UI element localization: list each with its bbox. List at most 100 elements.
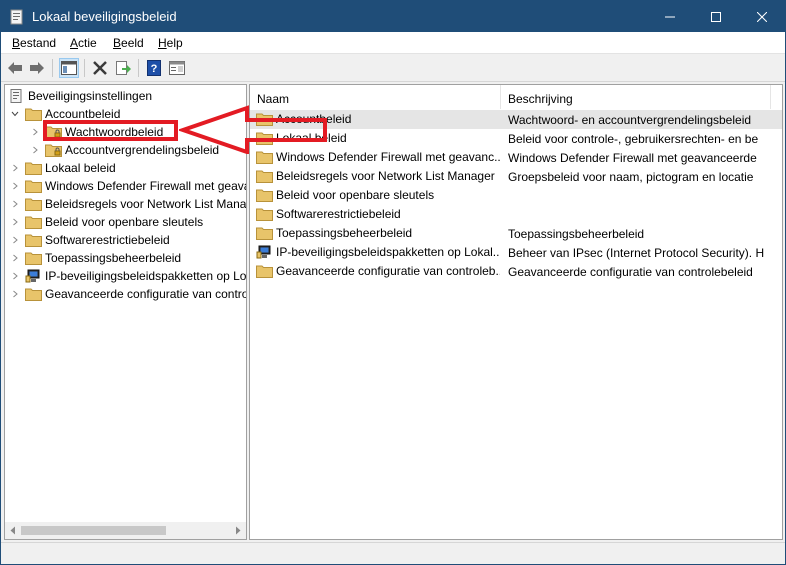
help-button[interactable]: ? — [144, 58, 164, 78]
menu-help[interactable]: Help — [158, 36, 183, 50]
title-bar[interactable]: Lokaal beveiligingsbeleid — [1, 1, 785, 32]
toolbar-separator — [52, 59, 53, 77]
list-item[interactable]: Beleid voor openbare sleutels — [250, 186, 782, 205]
column-header-description[interactable]: Beschrijving — [501, 85, 771, 109]
chevron-down-icon[interactable] — [9, 108, 21, 120]
scrollbar-thumb[interactable] — [21, 526, 166, 535]
menu-bestand[interactable]: Bestand — [12, 36, 56, 50]
list-item[interactable]: Toepassingsbeheerbeleid Toepassingsbehee… — [250, 224, 782, 243]
scroll-left-icon[interactable] — [9, 526, 17, 535]
chevron-right-icon[interactable] — [9, 234, 21, 246]
list-item[interactable]: Geavanceerde configuratie van controleb.… — [250, 262, 782, 281]
chevron-right-icon[interactable] — [9, 162, 21, 174]
forward-arrow-icon — [30, 62, 44, 74]
maximize-icon — [711, 11, 721, 22]
list-item[interactable]: IP-beveiligingsbeleidspakketten op Lokal… — [250, 243, 782, 262]
minimize-button[interactable] — [647, 1, 693, 32]
list-item-description: Beleid voor controle-, gebruikersrechten… — [508, 132, 759, 146]
main-window: Lokaal beveiligingsbeleid Bestand Actie … — [0, 0, 786, 565]
list-item[interactable]: Lokaal beleid Beleid voor controle-, geb… — [250, 129, 782, 148]
folder-icon — [256, 208, 273, 221]
chevron-right-icon[interactable] — [29, 144, 41, 156]
status-bar — [1, 542, 785, 564]
tree-item-label: Beleid voor openbare sleutels — [45, 215, 204, 229]
tree-root-label: Beveiligingsinstellingen — [28, 89, 153, 103]
tree-item-network-list[interactable]: Beleidsregels voor Network List Mana — [9, 195, 246, 213]
list-item[interactable]: Softwarerestrictiebeleid — [250, 205, 782, 224]
close-button[interactable] — [739, 1, 785, 32]
export-list-icon — [116, 61, 131, 75]
list-item-name: IP-beveiligingsbeleidspakketten op Lokal… — [276, 245, 500, 259]
tree-item-advanced-audit[interactable]: Geavanceerde configuratie van contro — [9, 285, 247, 303]
list-item-description: Toepassingsbeheerbeleid — [508, 227, 645, 241]
tree-item-label: IP-beveiligingsbeleidspakketten op Lo — [45, 269, 247, 283]
list-item-name: Softwarerestrictiebeleid — [276, 207, 401, 221]
folder-icon — [25, 108, 42, 121]
tree-item-public-keys[interactable]: Beleid voor openbare sleutels — [9, 213, 203, 231]
folder-icon — [256, 189, 273, 202]
folder-icon — [256, 170, 273, 183]
folder-icon — [25, 198, 42, 211]
menu-actie[interactable]: Actie — [70, 36, 97, 50]
chevron-right-icon[interactable] — [29, 126, 41, 138]
tree-item-application-control[interactable]: Toepassingsbeheerbeleid — [9, 249, 181, 267]
help-icon: ? — [147, 60, 161, 76]
list-item-name: Geavanceerde configuratie van controleb.… — [276, 264, 500, 278]
tree-item-software-restriction[interactable]: Softwarerestrictiebeleid — [9, 231, 170, 249]
toolbar-separator — [138, 59, 139, 77]
tree-item-label: Accountbeleid — [45, 107, 121, 121]
tree-item-ip-security[interactable]: IP-beveiligingsbeleidspakketten op Lo — [9, 267, 246, 285]
tree-item-label: Softwarerestrictiebeleid — [45, 233, 170, 247]
highlight-arrow — [179, 105, 327, 154]
list-item-name: Beleid voor openbare sleutels — [276, 188, 435, 202]
list-item[interactable]: Beleidsregels voor Network List Manager … — [250, 167, 782, 186]
horizontal-scrollbar[interactable] — [5, 522, 246, 539]
chevron-right-icon[interactable] — [9, 270, 21, 282]
window-title: Lokaal beveiligingsbeleid — [32, 9, 177, 24]
tree-item-label: Windows Defender Firewall met geava — [45, 179, 247, 193]
folder-icon — [256, 227, 273, 240]
tree-item-label: Lokaal beleid — [45, 161, 116, 175]
maximize-button[interactable] — [693, 1, 739, 32]
tree-root[interactable]: Beveiligingsinstellingen — [8, 87, 152, 105]
delete-icon — [93, 61, 107, 75]
scroll-right-icon[interactable] — [234, 526, 242, 535]
folder-icon — [25, 162, 42, 175]
folder-icon — [25, 216, 42, 229]
list-item-description: Wachtwoord- en accountvergrendelingsbele… — [508, 113, 752, 127]
list-item-name: Beleidsregels voor Network List Manager — [276, 169, 495, 183]
tree-item-label: Beleidsregels voor Network List Mana — [45, 197, 247, 211]
chevron-right-icon[interactable] — [9, 252, 21, 264]
export-list-button[interactable] — [113, 58, 133, 78]
forward-button[interactable] — [27, 58, 47, 78]
chevron-right-icon[interactable] — [9, 198, 21, 210]
minimize-icon — [665, 16, 675, 17]
list-item-description: Geavanceerde configuratie van controlebe… — [508, 265, 753, 279]
delete-button[interactable] — [90, 58, 110, 78]
show-hide-tree-button[interactable] — [59, 58, 79, 78]
folder-icon — [25, 288, 42, 301]
back-button[interactable] — [5, 58, 25, 78]
tree-item-lokaal-beleid[interactable]: Lokaal beleid — [9, 159, 116, 177]
show-hide-tree-icon — [61, 61, 77, 75]
tree-item-firewall[interactable]: Windows Defender Firewall met geava — [9, 177, 247, 195]
list-item[interactable]: Accountbeleid Wachtwoord- en accountverg… — [250, 110, 782, 129]
security-settings-icon — [10, 89, 22, 103]
toolbar-separator — [84, 59, 85, 77]
back-arrow-icon — [8, 62, 22, 74]
chevron-right-icon[interactable] — [9, 216, 21, 228]
chevron-right-icon[interactable] — [9, 288, 21, 300]
properties-button[interactable] — [167, 58, 187, 78]
list-pane[interactable]: Naam Beschrijving Accountbeleid Wachtwoo… — [249, 84, 783, 540]
tree-item-label: Geavanceerde configuratie van contro — [45, 287, 247, 301]
list-item-description: Beheer van IPsec (Internet Protocol Secu… — [508, 246, 765, 260]
svg-text:?: ? — [151, 63, 158, 75]
folder-icon — [25, 234, 42, 247]
tree-item-label: Toepassingsbeheerbeleid — [45, 251, 182, 265]
menu-beeld[interactable]: Beeld — [113, 36, 144, 50]
folder-icon — [25, 180, 42, 193]
list-item[interactable]: Windows Defender Firewall met geavanc...… — [250, 148, 782, 167]
locked-folder-icon — [45, 144, 62, 157]
chevron-right-icon[interactable] — [9, 180, 21, 192]
list-item-description: Windows Defender Firewall met geavanceer… — [508, 151, 757, 165]
